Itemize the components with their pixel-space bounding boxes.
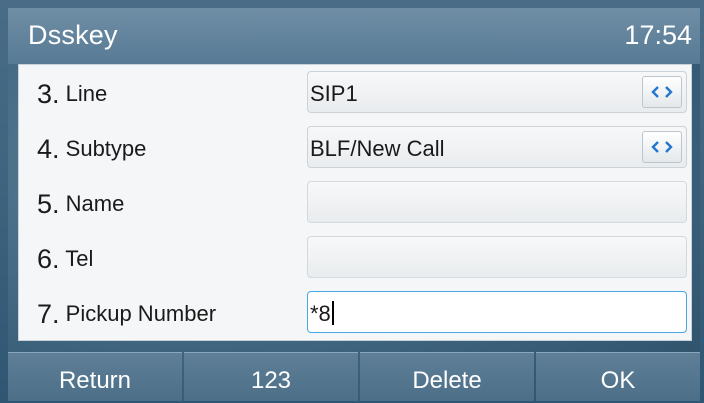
subtype-select[interactable]: BLF/New Call (307, 126, 687, 168)
left-right-arrows-icon[interactable] (642, 131, 682, 163)
clock: 17:54 (624, 20, 692, 50)
phone-screen: Dsskey 17:54 3. Line SIP1 4. Subtype BLF… (8, 8, 700, 401)
row-label: 6. Tel (37, 244, 94, 274)
delete-button[interactable]: Delete (360, 352, 534, 401)
return-button[interactable]: Return (8, 352, 182, 401)
row-pickup-number[interactable]: 7. Pickup Number *8 (19, 285, 691, 340)
row-label: 7. Pickup Number (37, 299, 217, 329)
field-value: BLF/New Call (310, 136, 445, 161)
row-label: 4. Subtype (37, 134, 147, 164)
ok-button[interactable]: OK (536, 352, 700, 401)
row-label: 3. Line (37, 79, 108, 109)
pickup-number-input[interactable]: *8 (307, 291, 687, 333)
tel-input[interactable] (307, 236, 687, 278)
row-subtype[interactable]: 4. Subtype BLF/New Call (19, 120, 691, 175)
row-label: 5. Name (37, 189, 125, 219)
title-bar: Dsskey 17:54 (8, 8, 700, 64)
row-line[interactable]: 3. Line SIP1 (19, 65, 691, 120)
field-value: SIP1 (310, 81, 358, 106)
field-value: *8 (310, 301, 331, 326)
row-tel[interactable]: 6. Tel (19, 230, 691, 285)
settings-panel: 3. Line SIP1 4. Subtype BLF/New Call 5. … (18, 64, 692, 341)
page-title: Dsskey (28, 20, 118, 50)
line-select[interactable]: SIP1 (307, 71, 687, 113)
left-right-arrows-icon[interactable] (642, 76, 682, 108)
softkey-bar: Return 123 Delete OK (8, 352, 700, 401)
row-name[interactable]: 5. Name (19, 175, 691, 230)
name-input[interactable] (307, 181, 687, 223)
input-mode-button[interactable]: 123 (184, 352, 358, 401)
text-cursor (331, 301, 334, 325)
